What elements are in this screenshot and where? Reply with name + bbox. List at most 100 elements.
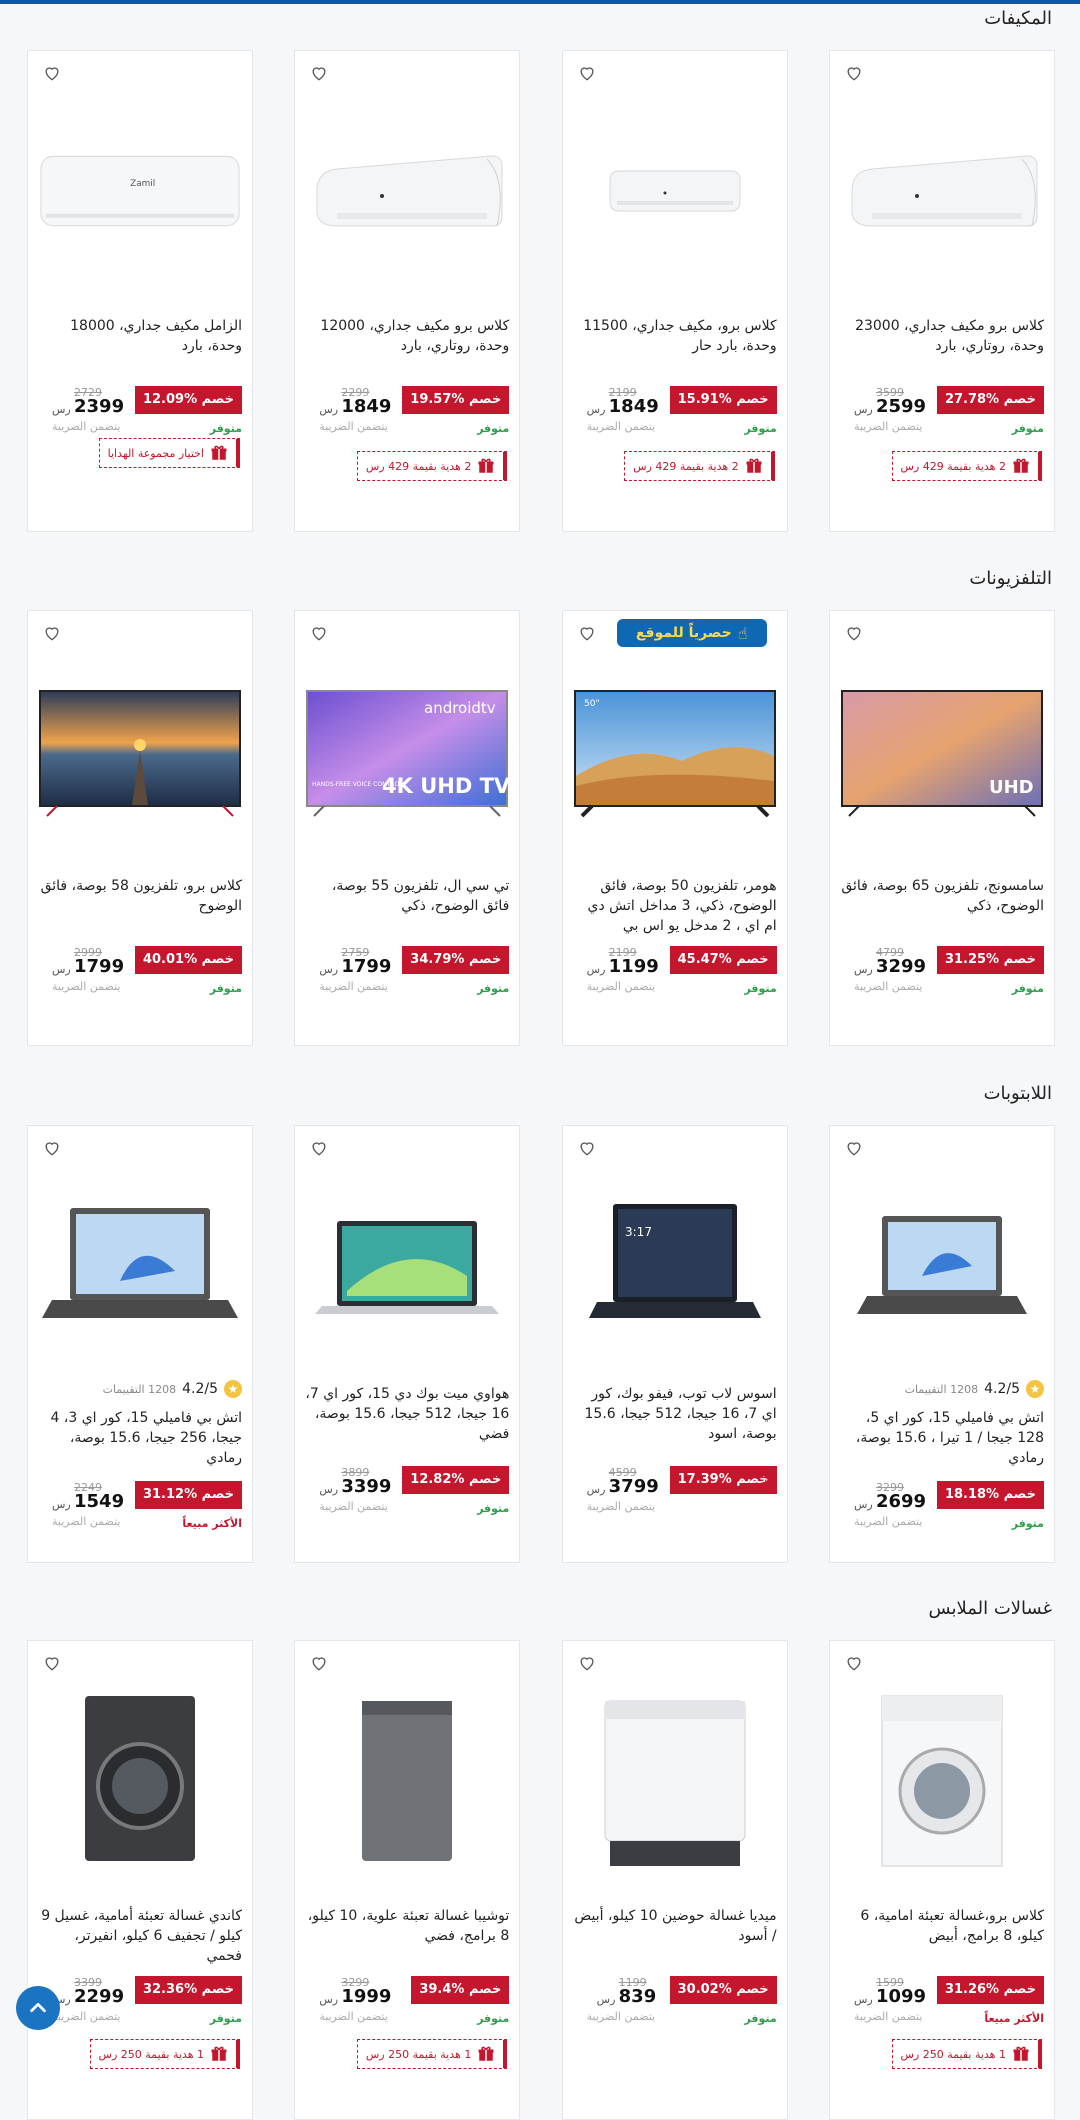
product-card[interactable]: ★ 4.2/5 1208 التقييمات اتش بي فاميلي 15،… <box>828 1125 1055 1563</box>
product-card[interactable]: ★ 4.2/5 1208 التقييمات اتش بي فاميلي 15،… <box>27 1125 253 1563</box>
stock-status: متوفر <box>477 982 510 995</box>
wishlist-heart-icon[interactable] <box>42 623 62 643</box>
price-area: 45.47% خصم 2199 1199 رس يتضمن الضريبة مت… <box>573 946 777 1006</box>
product-image[interactable] <box>571 91 779 291</box>
gift-offer[interactable]: 2 هدية بقيمة 429 رس <box>624 451 775 481</box>
wishlist-heart-icon[interactable] <box>577 623 597 643</box>
product-image[interactable]: 3:17 <box>571 1166 779 1366</box>
wishlist-heart-icon[interactable] <box>844 1138 864 1158</box>
wishlist-heart-icon[interactable] <box>309 623 329 643</box>
stock-status: متوفر <box>477 2012 510 2025</box>
product-image[interactable] <box>303 1166 511 1366</box>
gift-label: 1 هدية بقيمة 250 رس <box>900 2047 1006 2061</box>
product-title[interactable]: ميديا غسالة حوضين 10 كيلو، أبيض / أسود <box>573 1906 776 1946</box>
gift-offer[interactable]: 1 هدية بقيمة 250 رس <box>891 2039 1042 2069</box>
wishlist-heart-icon[interactable] <box>577 1138 597 1158</box>
product-image[interactable]: UHD <box>838 651 1046 851</box>
product-card[interactable]: حصرياً للموقع ☝ 50" هومر، تلفزيون 50 بوص… <box>561 610 788 1046</box>
price-area: 27.78% خصم 3599 2599 رس يتضمن الضريبة مت… <box>840 386 1044 446</box>
wishlist-heart-icon[interactable] <box>309 63 329 83</box>
price-area: 39.4% خصم 3299 1999 رس يتضمن الضريبة متو… <box>305 1976 510 2036</box>
wishlist-heart-icon[interactable] <box>309 1653 329 1673</box>
gift-offer[interactable]: 1 هدية بقيمة 250 رس <box>356 2039 508 2069</box>
product-image[interactable] <box>571 1681 779 1881</box>
product-image[interactable]: 50" <box>571 651 779 851</box>
stock-status: متوفر <box>477 1502 510 1515</box>
gift-label: 2 هدية بقيمة 429 رس <box>900 459 1006 473</box>
product-image[interactable] <box>838 1681 1046 1881</box>
product-card[interactable]: UHD سامسونج، تلفزيون 65 بوصة، فائق الوضو… <box>828 610 1055 1046</box>
product-image[interactable] <box>303 91 511 291</box>
price-area: 18.18% خصم 3299 2699 رس يتضمن الضريبة مت… <box>840 1481 1044 1541</box>
gift-icon <box>1013 458 1029 473</box>
product-title[interactable]: توشيبا غسالة تعبئة علوية، 10 كيلو، 8 برا… <box>305 1906 510 1946</box>
product-title[interactable]: كلاس برو،غسالة تعبئة امامية، 6 كيلو، 8 ب… <box>840 1906 1044 1946</box>
product-title[interactable]: كلاس برو، مكيف جداري، 11500 وحدة، بارد ح… <box>573 316 776 356</box>
gift-icon <box>211 445 227 460</box>
rating: ★ 4.2/5 1208 التقييمات <box>905 1380 1044 1398</box>
price: 2399 <box>74 396 125 417</box>
gift-offer[interactable]: 2 هدية بقيمة 429 رس <box>891 451 1042 481</box>
gift-offer[interactable]: اختيار مجموعة الهدايا <box>98 438 240 468</box>
product-card[interactable]: كلاس برو، تلفزيون 58 بوصة، فائق الوضوح 4… <box>27 610 253 1046</box>
wishlist-heart-icon[interactable] <box>844 623 864 643</box>
product-image[interactable]: Zamil <box>36 91 244 291</box>
discount-badge: 34.79% خصم <box>402 946 510 974</box>
product-card[interactable]: توشيبا غسالة تعبئة علوية، 10 كيلو، 8 برا… <box>294 1640 521 2120</box>
product-title[interactable]: كاندي غسالة تعبئة أمامية، غسيل 9 كيلو / … <box>38 1906 242 1966</box>
wishlist-heart-icon[interactable] <box>844 1653 864 1673</box>
price-area: 30.02% خصم 1199 839 رس يتضمن الضريبة متو… <box>573 1976 777 2036</box>
tax-note: يتضمن الضريبة <box>586 420 656 433</box>
product-image[interactable] <box>838 1166 1046 1366</box>
product-card[interactable]: كلاس برو،غسالة تعبئة امامية، 6 كيلو، 8 ب… <box>828 1640 1055 2120</box>
product-title[interactable]: اسوس لاب توب، فيفو بوك، كور اي 7، 16 جيج… <box>573 1384 777 1444</box>
product-card[interactable]: كلاس برو، مكيف جداري، 11500 وحدة، بارد ح… <box>561 50 788 532</box>
product-image[interactable] <box>36 651 244 851</box>
currency: رس <box>853 963 873 976</box>
product-title[interactable]: تي سي ال، تلفزيون 55 بوصة، فائق الوضوح، … <box>305 876 509 916</box>
wishlist-heart-icon[interactable] <box>577 1653 597 1673</box>
product-title[interactable]: كلاس برو مكيف جداري، 12000 وحدة، روتاري،… <box>305 316 509 356</box>
scroll-to-top-button[interactable] <box>16 1986 60 2030</box>
product-image[interactable] <box>36 1681 244 1881</box>
product-card[interactable]: 3:17 اسوس لاب توب، فيفو بوك، كور اي 7، 1… <box>561 1125 788 1563</box>
currency: رس <box>52 963 71 976</box>
stock-status: متوفر <box>477 422 510 435</box>
product-title[interactable]: هومر، تلفزيون 50 بوصة، فائق الوضوح، ذكي،… <box>573 876 777 936</box>
gift-offer[interactable]: 2 هدية بقيمة 429 رس <box>356 451 508 481</box>
product-title[interactable]: كلاس برو مكيف جداري، 23000 وحدة، روتاري،… <box>840 316 1044 356</box>
product-title[interactable]: هواوي ميت بوك دي 15، كور اي 7، 16 جيجا، … <box>305 1384 509 1444</box>
price: 2699 <box>875 1491 927 1512</box>
wishlist-heart-icon[interactable] <box>577 63 597 83</box>
product-card[interactable]: ميديا غسالة حوضين 10 كيلو، أبيض / أسود 3… <box>561 1640 788 2120</box>
product-card[interactable]: هواوي ميت بوك دي 15، كور اي 7، 16 جيجا، … <box>294 1125 521 1563</box>
stock-status: متوفر <box>209 422 242 435</box>
product-title[interactable]: اتش بي فاميلي 15، كور اي 3، 4 جيجا، 256 … <box>38 1408 242 1468</box>
product-title[interactable]: الزامل مكيف جداري، 18000 وحدة، بارد <box>38 316 242 356</box>
price: 1199 <box>608 956 659 977</box>
product-card[interactable]: كاندي غسالة تعبئة أمامية، غسيل 9 كيلو / … <box>27 1640 253 2120</box>
currency: رس <box>586 1483 606 1496</box>
exclusive-badge: حصرياً للموقع ☝ <box>616 619 767 647</box>
currency: رس <box>319 1993 339 2006</box>
price: 1799 <box>74 956 125 977</box>
wishlist-heart-icon[interactable] <box>42 63 62 83</box>
product-image[interactable] <box>36 1166 244 1366</box>
wishlist-heart-icon[interactable] <box>42 1653 62 1673</box>
product-card[interactable]: كلاس برو مكيف جداري، 23000 وحدة، روتاري،… <box>828 50 1055 532</box>
product-card[interactable]: Zamil الزامل مكيف جداري، 18000 وحدة، بار… <box>27 50 253 532</box>
product-image[interactable] <box>838 91 1046 291</box>
product-card[interactable]: androidtv 4K UHD TV HANDS-FREE VOICE CONTR… <box>294 610 521 1046</box>
product-title[interactable]: اتش بي فاميلي 15، كور اي 5، 128 جيجا / 1… <box>840 1408 1044 1468</box>
product-image[interactable]: androidtv 4K UHD TV HANDS-FREE VOICE CONTR… <box>303 651 511 851</box>
wishlist-heart-icon[interactable] <box>844 63 864 83</box>
wishlist-heart-icon[interactable] <box>309 1138 329 1158</box>
gift-offer[interactable]: 1 هدية بقيمة 250 رس <box>89 2039 240 2069</box>
gift-label: 2 هدية بقيمة 429 رس <box>365 459 472 473</box>
discount-badge: 31.25% خصم <box>936 946 1044 974</box>
product-title[interactable]: كلاس برو، تلفزيون 58 بوصة، فائق الوضوح <box>38 876 242 916</box>
wishlist-heart-icon[interactable] <box>42 1138 62 1158</box>
product-title[interactable]: سامسونج، تلفزيون 65 بوصة، فائق الوضوح، ذ… <box>840 876 1044 916</box>
product-card[interactable]: كلاس برو مكيف جداري، 12000 وحدة، روتاري،… <box>294 50 521 532</box>
product-image[interactable] <box>303 1681 511 1881</box>
